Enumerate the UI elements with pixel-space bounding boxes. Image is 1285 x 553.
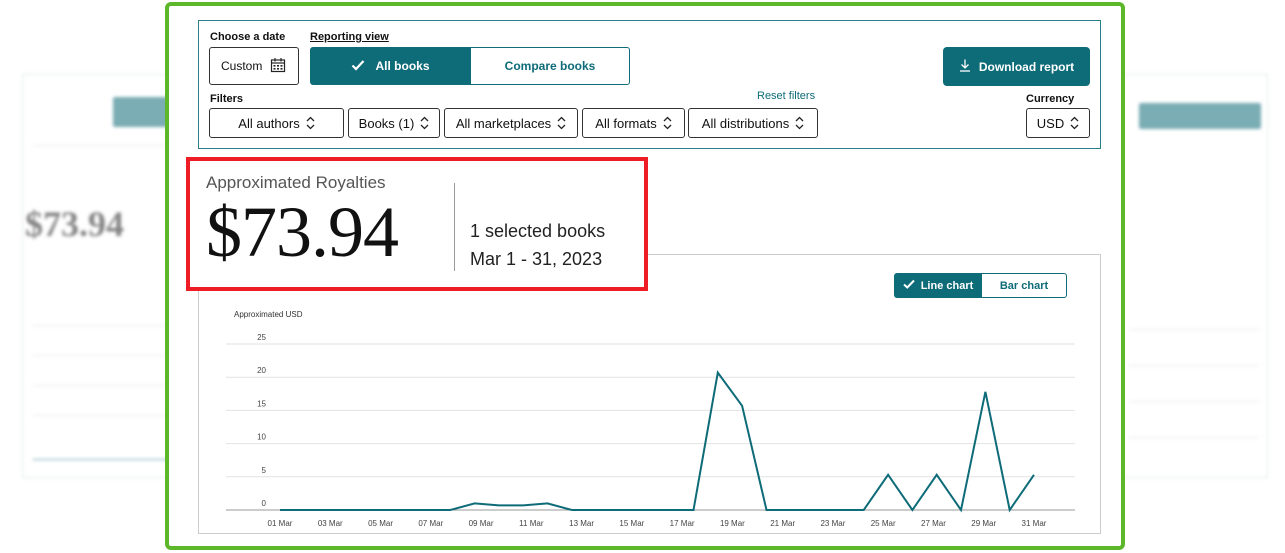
distributions-dropdown[interactable]: All distributions bbox=[688, 108, 818, 138]
check-icon bbox=[903, 279, 915, 292]
marketplaces-dropdown[interactable]: All marketplaces bbox=[444, 108, 578, 138]
x-tick-label: 05 Mar bbox=[368, 519, 393, 528]
download-report-button[interactable]: Download report bbox=[943, 47, 1090, 86]
formats-dropdown[interactable]: All formats bbox=[582, 108, 685, 138]
download-label: Download report bbox=[978, 59, 1075, 74]
x-tick-label: 29 Mar bbox=[971, 519, 996, 528]
line-chart-label: Line chart bbox=[920, 279, 974, 292]
currency-dropdown[interactable]: USD bbox=[1026, 108, 1090, 138]
line-chart-toggle[interactable]: Line chart bbox=[894, 273, 982, 298]
background-panel-left: $73.94 bbox=[22, 74, 183, 478]
sort-chevron-icon bbox=[557, 116, 566, 130]
sort-chevron-icon bbox=[795, 116, 804, 130]
x-tick-label: 13 Mar bbox=[569, 519, 594, 528]
royalties-line-chart: Approximated USD 0 5 10 15 20 25 01 Mar 03 Mar… bbox=[226, 310, 1075, 528]
books-dropdown[interactable]: Books (1) bbox=[348, 108, 440, 138]
x-tick-label: 03 Mar bbox=[318, 519, 343, 528]
bar-chart-toggle[interactable]: Bar chart bbox=[981, 273, 1067, 298]
royalties-divider bbox=[454, 183, 455, 271]
x-tick-label: 11 Mar bbox=[519, 519, 544, 528]
books-dropdown-label: Books (1) bbox=[358, 115, 415, 131]
sort-chevron-icon bbox=[1070, 116, 1079, 130]
sort-chevron-icon bbox=[420, 116, 429, 130]
y-axis-title: Approximated USD bbox=[234, 310, 303, 319]
authors-dropdown-label: All authors bbox=[238, 115, 300, 131]
royalties-amount: $73.94 bbox=[206, 192, 399, 272]
x-tick-label: 25 Mar bbox=[871, 519, 896, 528]
selected-books-count: 1 selected books bbox=[470, 221, 606, 241]
currency-label: Currency bbox=[1026, 93, 1075, 105]
background-panel-right bbox=[1118, 74, 1268, 478]
x-tick-label: 07 Mar bbox=[418, 519, 443, 528]
x-tick-label: 21 Mar bbox=[770, 519, 795, 528]
authors-dropdown[interactable]: All authors bbox=[209, 108, 344, 138]
compare-books-button[interactable]: Compare books bbox=[470, 47, 630, 85]
x-tick-label: 31 Mar bbox=[1022, 519, 1047, 528]
compare-books-label: Compare books bbox=[504, 59, 596, 73]
y-tick-label: 5 bbox=[262, 466, 267, 475]
x-tick-label: 01 Mar bbox=[268, 519, 293, 528]
x-tick-label: 09 Mar bbox=[469, 519, 494, 528]
reset-filters-link[interactable]: Reset filters bbox=[757, 90, 815, 102]
x-tick-label: 17 Mar bbox=[670, 519, 695, 528]
currency-dropdown-label: USD bbox=[1036, 115, 1065, 131]
date-range: Mar 1 - 31, 2023 bbox=[470, 249, 603, 269]
date-picker-value: Custom bbox=[221, 59, 263, 73]
x-tick-label: 19 Mar bbox=[720, 519, 745, 528]
chart-panel-top-border bbox=[648, 254, 1101, 255]
x-tick-label: 15 Mar bbox=[619, 519, 644, 528]
check-icon bbox=[351, 59, 365, 74]
x-tick-label: 23 Mar bbox=[820, 519, 845, 528]
sort-chevron-icon bbox=[663, 116, 672, 130]
y-tick-label: 15 bbox=[257, 399, 266, 408]
y-tick-label: 10 bbox=[257, 433, 266, 442]
bar-chart-label: Bar chart bbox=[999, 279, 1049, 292]
all-books-button[interactable]: All books bbox=[310, 47, 471, 85]
all-books-label: All books bbox=[375, 59, 430, 73]
y-tick-label: 0 bbox=[262, 499, 267, 508]
series-line bbox=[280, 370, 1035, 513]
filters-label: Filters bbox=[210, 93, 244, 105]
download-icon bbox=[959, 59, 971, 75]
distributions-dropdown-label: All distributions bbox=[701, 115, 790, 131]
sort-chevron-icon bbox=[306, 116, 315, 130]
calendar-icon bbox=[270, 57, 286, 76]
formats-dropdown-label: All formats bbox=[595, 115, 657, 131]
reporting-view-label[interactable]: Reporting view bbox=[310, 31, 389, 43]
marketplaces-dropdown-label: All marketplaces bbox=[455, 115, 552, 131]
y-tick-label: 25 bbox=[257, 333, 266, 342]
x-tick-label: 27 Mar bbox=[921, 519, 946, 528]
royalties-title: Approximated Royalties bbox=[206, 173, 386, 192]
date-label: Choose a date bbox=[210, 31, 286, 43]
y-tick-label: 20 bbox=[257, 366, 266, 375]
date-picker-button[interactable]: Custom bbox=[209, 47, 299, 85]
